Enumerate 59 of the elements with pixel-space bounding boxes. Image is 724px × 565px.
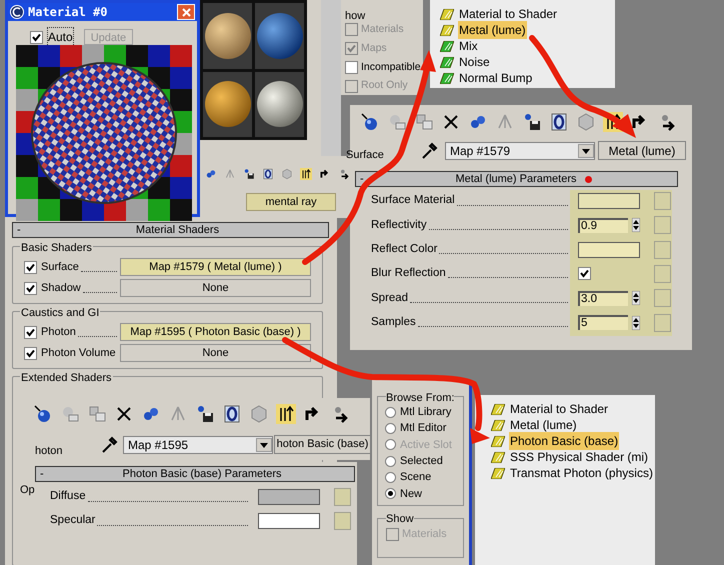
param-label: Surface Material <box>371 193 455 208</box>
number-field[interactable]: 5 <box>578 315 628 330</box>
rollout-header[interactable]: - Photon Basic (base) Parameters <box>35 466 355 482</box>
checkbox-label: Root Only <box>361 78 408 94</box>
type-button[interactable]: Metal (lume) <box>598 141 686 160</box>
list-item[interactable]: Photon Basic (base) <box>509 432 620 450</box>
shader-button[interactable]: None <box>120 344 311 362</box>
list-item[interactable]: Normal Bump <box>458 69 534 87</box>
rollout-header[interactable]: - Metal (lume) Parameters <box>355 171 678 187</box>
shader-button[interactable]: None <box>120 279 311 297</box>
list-item[interactable]: Mix <box>458 37 479 55</box>
rollout-title: Photon Basic (base) Parameters <box>122 466 282 482</box>
rollout-title: Metal (lume) Parameters <box>455 172 577 187</box>
param-label: Reflectivity <box>371 218 427 233</box>
radio-label: Active Slot <box>400 438 452 453</box>
shader-button[interactable]: Map #1579 ( Metal (lume) ) <box>120 258 311 276</box>
map-name-field[interactable]: Map #1579 <box>445 142 595 160</box>
list-item[interactable]: Material to Shader <box>509 400 610 418</box>
rollout-header[interactable]: - Material Shaders <box>12 222 329 238</box>
map-name-field[interactable]: Map #1595 <box>123 436 273 454</box>
list-item[interactable]: Metal (lume) <box>509 416 578 434</box>
type-button[interactable]: hoton Basic (base) <box>274 435 371 454</box>
radio-label: Selected <box>400 454 443 469</box>
shader-label: Surface <box>41 260 79 275</box>
collapse-toggle[interactable]: - <box>13 222 27 238</box>
shader-label: Photon <box>41 324 76 340</box>
param-label: Specular <box>50 513 96 528</box>
param-label: Reflect Color <box>371 242 438 257</box>
window-title: Material #0 <box>28 4 108 21</box>
list-item[interactable]: Transmat Photon (physics) <box>509 464 654 482</box>
collapse-toggle[interactable]: - <box>356 170 370 188</box>
number-field[interactable]: 0.9 <box>578 218 628 233</box>
param-label: Spread <box>371 290 408 306</box>
renderer-button[interactable]: mental ray <box>246 193 336 211</box>
list-item[interactable]: Material to Shader <box>458 5 558 23</box>
checkbox-label: Materials <box>402 527 447 542</box>
number-field[interactable]: 3.0 <box>578 290 628 306</box>
rollout-title: Material Shaders <box>136 222 220 238</box>
radio-label: Mtl Library <box>400 405 452 420</box>
checkbox-label: Incompatible <box>361 60 421 74</box>
list-item[interactable]: Metal (lume) <box>458 21 527 39</box>
group-title: Op <box>20 482 35 498</box>
shader-label: Photon Volume <box>41 346 116 361</box>
slot-label: hoton <box>35 444 63 459</box>
slot-label: Surface <box>346 148 384 163</box>
param-label: Samples <box>371 314 416 330</box>
group-title: how <box>345 9 366 24</box>
list-item[interactable]: Noise <box>458 53 491 71</box>
checkbox-label: Materials <box>361 22 404 37</box>
shader-button[interactable]: Map #1595 ( Photon Basic (base) ) <box>120 323 311 341</box>
checkbox-label: Maps <box>361 40 387 56</box>
param-label: Diffuse <box>50 489 86 504</box>
collapse-toggle[interactable]: - <box>36 466 50 482</box>
radio-label: Mtl Editor <box>400 421 446 436</box>
shader-label: Shadow <box>41 280 81 296</box>
list-item[interactable]: SSS Physical Shader (mi) <box>509 448 650 466</box>
param-label: Blur Reflection <box>371 266 446 282</box>
radio-label: New <box>400 486 422 502</box>
radio-label: Scene <box>400 470 432 486</box>
